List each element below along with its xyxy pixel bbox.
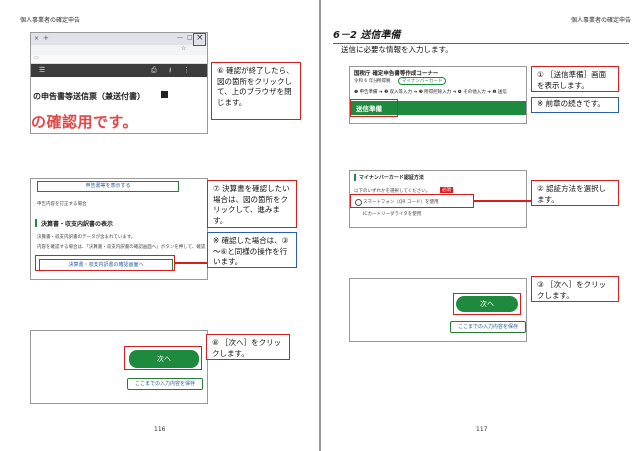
- pdf-doc-heading: の申告書等送信票（兼送付書）: [33, 92, 145, 101]
- required-badge: 必須: [440, 187, 453, 193]
- close-highlight: ×: [193, 33, 206, 46]
- page-header-right: 個人事業者の確定申告: [571, 17, 632, 24]
- progress-steps: ❶ 申告準備 ➔ ❷ 収入等入力 ➔ ❸ 所得控除入力 ➔ ❹ その他入力 ➔ …: [354, 90, 507, 95]
- address-bar[interactable]: ☆: [31, 45, 207, 55]
- tab-close-icon[interactable]: ×: [34, 35, 39, 42]
- next-button-highlight: [124, 346, 202, 370]
- page-header-left: 個人事業者の確定申告: [20, 17, 81, 24]
- star-icon[interactable]: ☆: [181, 45, 186, 52]
- print-display-button[interactable]: 申告書等を表示する: [37, 181, 179, 192]
- callout-7-connector: [175, 262, 210, 264]
- callout-step-2: ② 認証方法を選択します。: [531, 180, 619, 206]
- browser-screenshot: × + — □ ☆ ▭ ☰ ⎙ ⭳ ⋮ の申告書等送信票（兼送付書） の確認用で…: [30, 32, 208, 134]
- section-line-1: 決算書・収支内訳書のデータが含まれています。: [37, 235, 136, 240]
- section-marker: [35, 219, 37, 227]
- pdf-toolbar: ☰ ⎙ ⭳ ⋮: [31, 64, 207, 77]
- correct-note: 申告内容を訂正する場合: [37, 202, 87, 207]
- print-icon[interactable]: ⎙: [151, 66, 157, 75]
- folder-icon: ▭: [34, 55, 39, 61]
- pdf-watermark: の確認用です。: [31, 113, 139, 131]
- download-icon[interactable]: ⭳: [169, 66, 171, 77]
- section-line-2: 内容を確認する場合は、「決算書・収支内訳書の確認画面へ」ボタンを押して、確認: [37, 245, 206, 250]
- page-number-right: 117: [476, 426, 488, 433]
- auth-heading: マイナンバーカード認証方法: [359, 175, 424, 181]
- pdf-menu-icon[interactable]: ☰: [39, 66, 45, 74]
- callout-step-6: ⑥ 確認が終了したら、図の箇所をクリックして、上のブラウザを閉じます。: [211, 62, 301, 120]
- section-title: 6－2 送信準備: [333, 26, 629, 44]
- minimize-icon[interactable]: —: [177, 34, 183, 41]
- section-heading: 決算書・収支内訳書の表示: [41, 221, 114, 228]
- callout-step-1: ① ［送信準備］画面を表示します。: [531, 66, 619, 92]
- more-icon[interactable]: ⋮: [183, 66, 190, 74]
- new-tab-icon[interactable]: +: [43, 34, 49, 42]
- tax-type-tag: 所得税: [377, 79, 391, 84]
- restore-icon[interactable]: □: [187, 34, 193, 41]
- note-step-1: ※ 前章の続きです。: [531, 97, 619, 113]
- next-button-highlight-right: [453, 293, 521, 315]
- mynumber-tag: マイナンバーカード: [398, 77, 447, 85]
- callout-step-3: ③ ［次へ］をクリックします。: [531, 276, 619, 302]
- section-subtitle: 送信に必要な情報を入力します。: [341, 45, 453, 54]
- page-number-left: 116: [154, 426, 166, 433]
- auth-option-highlight: [350, 194, 474, 208]
- pdf-mark: [161, 91, 168, 98]
- auth-section-marker: [354, 174, 356, 181]
- save-progress-button-right[interactable]: ここまでの入力内容を保存: [450, 321, 526, 333]
- callout-step-8: ⑧ ［次へ］をクリックします。: [206, 334, 290, 360]
- corner-title: 国税庁 確定申告書等作成コーナー: [354, 71, 439, 77]
- note-step-7: ※ 確認した場合は、③～⑥と同様の操作を行います。: [207, 232, 297, 268]
- right-page: 個人事業者の確定申告 6－2 送信準備 送信に必要な情報を入力します。 国税庁 …: [321, 0, 640, 451]
- option-icreader-label[interactable]: ICカードリーダライタを使用: [363, 211, 421, 217]
- close-window-icon[interactable]: ×: [196, 33, 204, 43]
- left-page: 個人事業者の確定申告 × + — □ ☆ ▭ ☰ ⎙ ⭳ ⋮ の申告書等送信票（…: [0, 0, 319, 451]
- tax-year: 令和 6 年分: [354, 79, 378, 84]
- browser-tab-bar: × + — □: [31, 33, 207, 45]
- statement-button-highlight: [35, 255, 175, 271]
- callout-2-connector: [474, 200, 531, 202]
- pdf-content: の申告書等送信票（兼送付書） の確認用です。: [31, 77, 207, 133]
- bookmarks-bar: ▭: [31, 55, 207, 64]
- callout-step-7: ⑦ 決算書を確認したい場合は、図の箇所をクリックして、進みます。: [207, 180, 297, 228]
- send-prep-highlight: [350, 99, 398, 117]
- save-progress-button[interactable]: ここまでの入力内容を保存: [127, 378, 203, 390]
